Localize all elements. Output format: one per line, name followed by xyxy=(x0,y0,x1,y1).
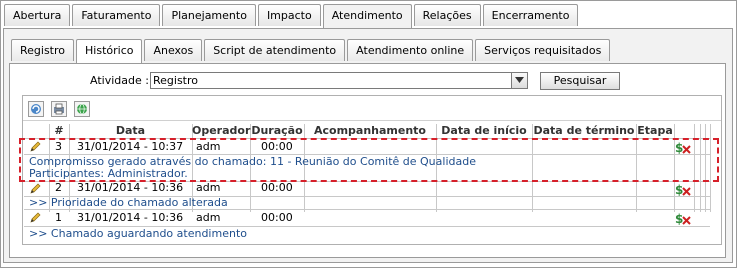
atividade-label: Atividade : xyxy=(90,74,149,87)
tab-atendimento-online[interactable]: Atendimento online xyxy=(347,39,474,61)
tab-encerramento[interactable]: Encerramento xyxy=(482,4,579,26)
col-header-data-inicio: Data de início xyxy=(441,124,527,137)
tab-relacoes[interactable]: Relações xyxy=(413,4,481,26)
tab-registro[interactable]: Registro xyxy=(11,39,75,61)
row-divider xyxy=(24,209,710,210)
atividade-selected-value: Registro xyxy=(153,74,199,87)
svg-text:$: $ xyxy=(675,141,683,154)
pencil-icon[interactable] xyxy=(29,182,42,195)
sub-tab-bar: Registro Histórico Anexos Script de aten… xyxy=(11,39,612,64)
money-delete-icon[interactable]: $ xyxy=(674,211,692,226)
row-duracao: 00:00 xyxy=(261,140,293,153)
row-operador: adm xyxy=(196,140,221,153)
row-data: 31/01/2014 - 10:36 xyxy=(77,181,184,194)
tab-abertura[interactable]: Abertura xyxy=(4,4,71,26)
money-delete-icon[interactable]: $ xyxy=(674,182,692,197)
row-duracao: 00:00 xyxy=(261,181,293,194)
svg-text:$: $ xyxy=(675,212,683,225)
column-divider xyxy=(710,124,711,212)
col-header-operador: Operador xyxy=(192,124,251,137)
row-description: >> Prioridade do chamado alterada xyxy=(29,196,228,209)
top-tab-bar: Abertura Faturamento Planejamento Impact… xyxy=(4,4,580,29)
row-data: 31/01/2014 - 10:36 xyxy=(77,211,184,224)
row-description: Participantes: Administrador. xyxy=(29,167,188,180)
row-divider xyxy=(24,138,710,139)
row-num: 1 xyxy=(55,211,62,224)
row-num: 3 xyxy=(55,140,62,153)
print-icon[interactable] xyxy=(51,101,67,117)
tab-servicos-requisitados[interactable]: Serviços requisitados xyxy=(475,39,611,61)
tab-faturamento[interactable]: Faturamento xyxy=(72,4,161,26)
atividade-select[interactable]: Registro xyxy=(150,72,528,89)
row-duracao: 00:00 xyxy=(261,211,293,224)
col-header-data: Data xyxy=(115,124,146,137)
money-delete-icon[interactable]: $ xyxy=(674,140,692,155)
chevron-down-icon[interactable] xyxy=(511,73,527,88)
col-header-etapa: Etapa xyxy=(637,124,673,137)
col-header-num: # xyxy=(54,124,64,137)
row-description: >> Chamado aguardando atendimento xyxy=(29,227,247,240)
refresh-icon[interactable] xyxy=(28,101,44,117)
pencil-icon[interactable] xyxy=(29,140,42,153)
row-operador: adm xyxy=(196,211,221,224)
globe-icon[interactable] xyxy=(74,101,90,117)
history-toolbar xyxy=(23,96,721,121)
col-header-duracao: Duração xyxy=(251,124,303,137)
pesquisar-button[interactable]: Pesquisar xyxy=(540,72,620,90)
row-data: 31/01/2014 - 10:37 xyxy=(77,140,184,153)
col-header-acompanhamento: Acompanhamento xyxy=(313,124,426,137)
col-header-data-termino: Data de término xyxy=(533,124,635,137)
tab-atendimento[interactable]: Atendimento xyxy=(322,4,412,29)
row-operador: adm xyxy=(196,181,221,194)
row-num: 2 xyxy=(55,181,62,194)
tab-anexos[interactable]: Anexos xyxy=(144,39,203,61)
tab-planejamento[interactable]: Planejamento xyxy=(162,4,256,26)
svg-text:$: $ xyxy=(675,183,683,196)
pencil-icon[interactable] xyxy=(29,211,42,224)
tab-impacto[interactable]: Impacto xyxy=(257,4,321,26)
tab-historico[interactable]: Histórico xyxy=(76,39,143,64)
tab-script-de-atendimento[interactable]: Script de atendimento xyxy=(204,39,346,61)
